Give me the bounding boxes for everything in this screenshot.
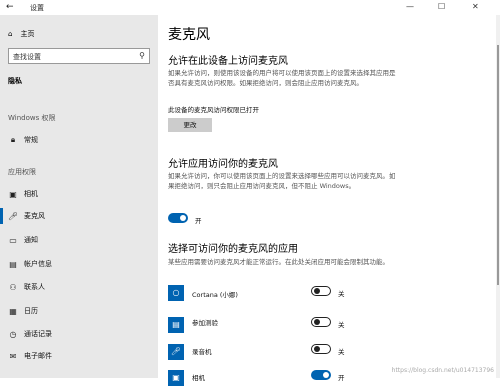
section-device-access-heading: 允许在此设备上访问麦克风	[168, 56, 288, 67]
category-title: 隐私	[8, 77, 22, 85]
cortana-toggle-label: 关	[338, 290, 345, 298]
sidebar-item-label: 常规	[24, 136, 38, 144]
section-windows-permissions: Windows 权限	[8, 114, 56, 122]
account-icon: ▤	[9, 259, 17, 269]
sidebar-item-label: 电子邮件	[24, 352, 52, 360]
camera-app-toggle-label: 开	[338, 374, 345, 382]
call-history-icon: ◷	[9, 329, 17, 339]
quiz-toggle-label: 关	[338, 321, 345, 329]
recorder-toggle[interactable]	[311, 344, 331, 354]
sidebar-item-account-info[interactable]: ▤ 帐户信息	[0, 256, 158, 272]
toggle-knob	[314, 346, 320, 352]
toggle-knob	[323, 372, 329, 378]
device-access-status: 此设备的麦克风访问权限已打开	[168, 106, 259, 114]
main-content: 麦克风 允许在此设备上访问麦克风 如果允许访问，则使用该设备的用户将可以使用该页…	[158, 15, 500, 386]
section-choose-apps-heading: 选择可访问你的麦克风的应用	[168, 244, 298, 255]
toggle-knob	[314, 319, 320, 325]
app-name: 参加测验	[192, 319, 218, 327]
change-button[interactable]: 更改	[168, 118, 212, 132]
cortana-toggle[interactable]	[311, 286, 331, 296]
home-icon: ⌂	[8, 30, 13, 38]
sidebar-item-calendar[interactable]: ▦ 日历	[0, 303, 158, 319]
sidebar-item-camera[interactable]: ▣ 相机	[0, 186, 158, 202]
sidebar-item-label: 通知	[24, 236, 38, 244]
search-input[interactable]: 查找设置 ⚲	[8, 48, 150, 64]
sidebar-item-label: 日历	[24, 307, 38, 315]
sidebar-item-general[interactable]: 🔒︎ 常规	[0, 132, 158, 148]
sidebar-item-call-history[interactable]: ◷ 通话记录	[0, 326, 158, 342]
sidebar-item-contacts[interactable]: ⚇ 联系人	[0, 279, 158, 295]
sidebar-item-label: 麦克风	[24, 212, 45, 220]
sidebar-item-microphone[interactable]: 🎤︎ 麦克风	[0, 208, 158, 224]
section-app-access-heading: 允许应用访问你的麦克风	[168, 159, 278, 170]
watermark: https://blog.csdn.net/u014713796	[391, 367, 494, 374]
back-arrow-icon[interactable]: ←	[6, 2, 14, 12]
recorder-icon: 🎤︎	[168, 344, 184, 360]
lock-icon: 🔒︎	[10, 135, 16, 144]
cortana-icon: ○	[168, 285, 184, 301]
recorder-toggle-label: 关	[338, 348, 345, 356]
minimize-button[interactable]: —	[406, 2, 414, 11]
app-name: 相机	[192, 374, 205, 382]
sidebar-home-label: 主页	[20, 30, 35, 38]
page-title: 麦克风	[168, 27, 210, 43]
search-icon[interactable]: ⚲	[139, 51, 145, 60]
camera-app-toggle[interactable]	[311, 370, 331, 380]
sidebar-item-notifications[interactable]: ▭ 通知	[0, 232, 158, 248]
quiz-icon: ▤	[168, 317, 184, 333]
camera-app-icon: ▣	[168, 370, 184, 386]
section-device-access-description: 如果允许访问，则使用该设备的用户将可以使用该页面上的设置来选择其应用是否具有麦克…	[168, 69, 396, 87]
calendar-icon: ▦	[9, 306, 17, 316]
window-title: 设置	[30, 4, 44, 12]
sidebar-item-label: 通话记录	[24, 330, 52, 338]
sidebar-item-label: 相机	[24, 190, 38, 198]
app-access-toggle[interactable]	[168, 213, 188, 223]
sidebar-item-label: 联系人	[24, 283, 45, 291]
toggle-knob	[314, 288, 320, 294]
section-choose-apps-description: 某些应用需要访问麦克风才能正常运行。在此处关闭应用可能会限制其功能。	[168, 258, 389, 266]
notification-icon: ▭	[9, 235, 17, 245]
contacts-icon: ⚇	[9, 282, 17, 292]
sidebar-home[interactable]: ⌂ 主页	[8, 29, 34, 39]
scrollbar-thumb[interactable]	[497, 45, 499, 285]
scrollbar[interactable]	[496, 15, 500, 378]
sidebar-item-email[interactable]: ✉ 电子邮件	[0, 348, 158, 364]
sidebar-item-label: 帐户信息	[24, 260, 52, 268]
close-button[interactable]: ✕	[472, 2, 479, 11]
section-app-access-description: 如果允许访问，你可以使用该页面上的设置来选择哪些应用可以访问麦克风。如果拒绝访问…	[168, 172, 396, 190]
maximize-button[interactable]: ☐	[438, 2, 445, 11]
title-bar: ← 设置 — ☐ ✕	[0, 0, 500, 15]
quiz-toggle[interactable]	[311, 317, 331, 327]
app-access-toggle-label: 开	[195, 217, 202, 225]
section-app-permissions: 应用权限	[8, 168, 36, 176]
microphone-icon: 🎤︎	[8, 211, 19, 221]
camera-icon: ▣	[9, 189, 17, 199]
toggle-knob	[180, 215, 186, 221]
email-icon: ✉	[9, 351, 17, 361]
search-placeholder: 查找设置	[13, 53, 41, 61]
sidebar: ⌂ 主页 查找设置 ⚲ 隐私 Windows 权限 🔒︎ 常规 应用权限 ▣ 相…	[0, 15, 158, 378]
app-name: Cortana (小娜)	[192, 291, 238, 299]
app-name: 录音机	[192, 348, 212, 356]
